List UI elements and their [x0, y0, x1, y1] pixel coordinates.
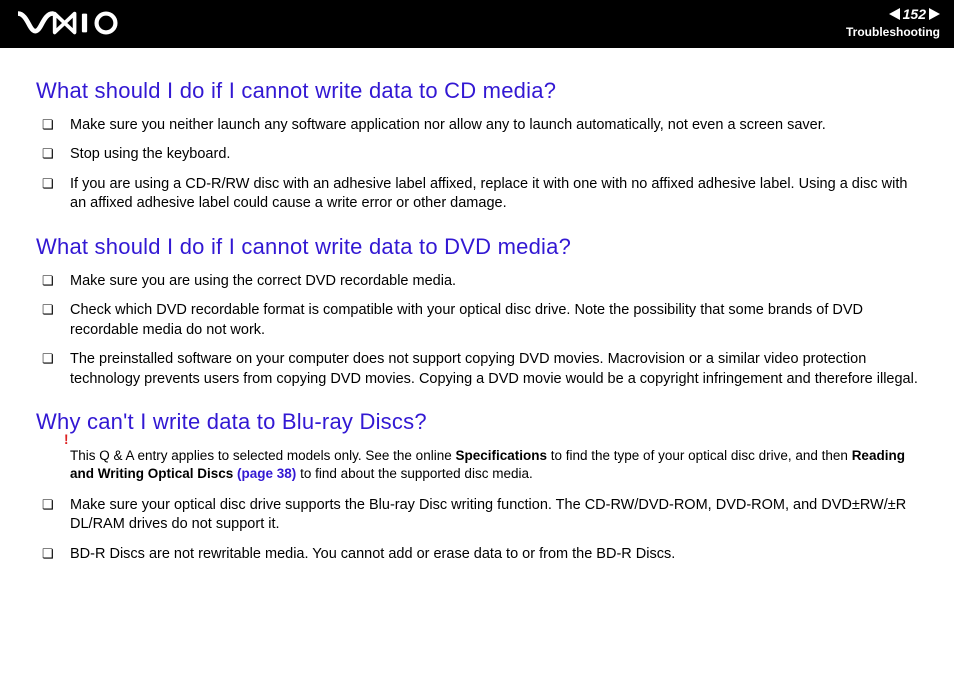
- next-page-icon[interactable]: [929, 8, 940, 20]
- page-content: What should I do if I cannot write data …: [0, 48, 954, 594]
- alert-icon: !: [64, 431, 69, 449]
- list-item: Check which DVD recordable format is com…: [36, 301, 918, 340]
- page-nav: 152 Troubleshooting: [846, 5, 940, 41]
- heading-cd: What should I do if I cannot write data …: [36, 76, 918, 106]
- list-item: Stop using the keyboard.: [36, 145, 918, 165]
- list-item: If you are using a CD-R/RW disc with an …: [36, 175, 918, 214]
- section-label: Troubleshooting: [846, 25, 940, 41]
- list-item: The preinstalled software on your comput…: [36, 350, 918, 389]
- list-item: Make sure you neither launch any softwar…: [36, 116, 918, 136]
- dvd-list: Make sure you are using the correct DVD …: [36, 272, 918, 390]
- prev-page-icon[interactable]: [889, 8, 900, 20]
- note-text-pre: This Q & A entry applies to selected mod…: [70, 448, 455, 463]
- note-block: ! This Q & A entry applies to selected m…: [36, 447, 918, 483]
- heading-bluray: Why can't I write data to Blu-ray Discs?: [36, 407, 918, 437]
- vaio-logo: [18, 10, 128, 36]
- note-text-mid1: to find the type of your optical disc dr…: [547, 448, 852, 463]
- cd-list: Make sure you neither launch any softwar…: [36, 116, 918, 214]
- list-item: BD-R Discs are not rewritable media. You…: [36, 545, 918, 565]
- note-text-post: to find about the supported disc media.: [296, 466, 532, 481]
- list-item: Make sure your optical disc drive suppor…: [36, 496, 918, 535]
- list-item: Make sure you are using the correct DVD …: [36, 272, 918, 292]
- page-link-38[interactable]: (page 38): [237, 466, 296, 481]
- page-number: 152: [901, 5, 928, 23]
- heading-dvd: What should I do if I cannot write data …: [36, 232, 918, 262]
- bluray-list: Make sure your optical disc drive suppor…: [36, 496, 918, 565]
- note-bold-specs: Specifications: [455, 448, 547, 463]
- header-bar: 152 Troubleshooting: [0, 0, 954, 48]
